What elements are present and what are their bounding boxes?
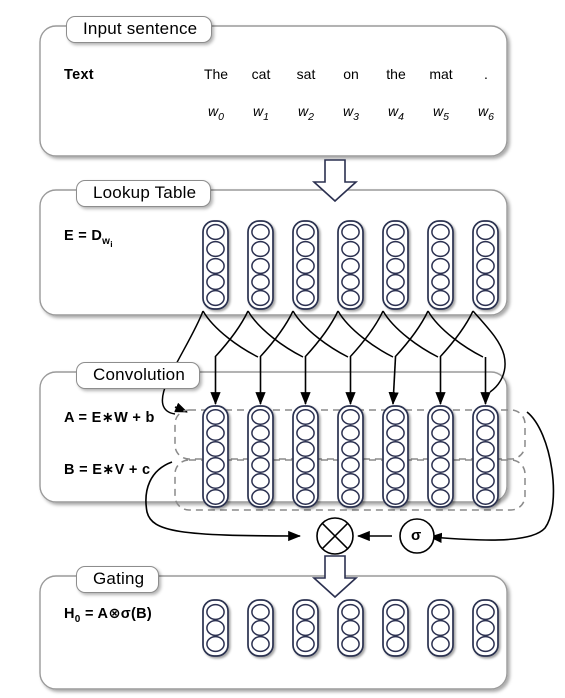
lookup-formula-base: E = D (64, 228, 103, 244)
word-symbol-index-3: 3 (353, 110, 359, 123)
word-symbol-index-2: 2 (308, 110, 314, 123)
token-0: The (203, 66, 229, 82)
token-4: the (386, 66, 406, 82)
section-title-input: Input sentence (66, 16, 213, 43)
word-symbol-letter-3: w (343, 103, 354, 119)
token-6: . (484, 66, 488, 82)
lookup-formula-subsub: i (110, 238, 113, 249)
gating-column (247, 599, 274, 657)
section-title-gating: Gating (76, 566, 160, 593)
convolution-formula-b: B = E∗V + c (64, 462, 151, 478)
word-symbol-index-6: 6 (488, 110, 494, 123)
word-symbol-letter-6: w (478, 103, 489, 119)
product-gate-node (316, 517, 354, 555)
word-symbol-letter-2: w (298, 103, 309, 119)
word-symbol-1: w1 (240, 103, 282, 123)
sigma-label: σ (411, 527, 422, 544)
gating-formula-base: H (64, 606, 75, 622)
gating-column (427, 599, 454, 657)
word-symbol-6: w6 (465, 103, 507, 123)
token-5: mat (429, 66, 453, 82)
lookup-column (427, 220, 454, 310)
word-symbol-0: w0 (195, 103, 237, 123)
convolution-column (382, 405, 409, 508)
gating-column (202, 599, 229, 657)
token-1: cat (251, 66, 271, 82)
lookup-cell-grid (202, 220, 499, 310)
section-title-lookup: Lookup Table (76, 180, 212, 207)
word-symbol-letter-4: w (388, 103, 399, 119)
word-symbol-5: w5 (420, 103, 462, 123)
convolution-cell-grid (202, 405, 499, 508)
section-panel-input (39, 25, 508, 157)
word-symbol-4: w4 (375, 103, 417, 123)
word-symbol-index-0: 0 (218, 110, 224, 123)
gating-column (337, 599, 364, 657)
token-3: on (343, 66, 359, 82)
gating-formula-rest: = A⊗σ(B) (80, 606, 153, 622)
gating-column (292, 599, 319, 657)
word-symbol-index-4: 4 (398, 110, 404, 123)
convolution-formula-a: A = E∗W + b (64, 410, 155, 426)
diagram-canvas: Input sentence Lookup Table Convolution … (0, 0, 565, 698)
lookup-column (382, 220, 409, 310)
token-2: sat (296, 66, 316, 82)
word-symbol-letter-1: w (253, 103, 264, 119)
input-row-label: Text (64, 67, 94, 83)
word-symbol-letter-5: w (433, 103, 444, 119)
gating-formula: H0 = A⊗σ(B) (64, 606, 152, 625)
word-symbol-2: w2 (285, 103, 327, 123)
lookup-column (337, 220, 364, 310)
gating-column (382, 599, 409, 657)
convolution-column (427, 405, 454, 508)
word-symbol-letter-0: w (208, 103, 219, 119)
section-title-convolution: Convolution (76, 362, 200, 389)
lookup-column (292, 220, 319, 310)
convolution-column (202, 405, 229, 508)
convolution-column (472, 405, 499, 508)
lookup-column (247, 220, 274, 310)
word-symbol-index-1: 1 (263, 110, 269, 123)
word-symbol-3: w3 (330, 103, 372, 123)
lookup-column (472, 220, 499, 310)
convolution-column (292, 405, 319, 508)
lookup-column (202, 220, 229, 310)
word-symbol-index-5: 5 (443, 110, 449, 123)
convolution-column (337, 405, 364, 508)
lookup-formula: E = Dwi (64, 228, 113, 249)
convolution-column (247, 405, 274, 508)
gating-column (472, 599, 499, 657)
